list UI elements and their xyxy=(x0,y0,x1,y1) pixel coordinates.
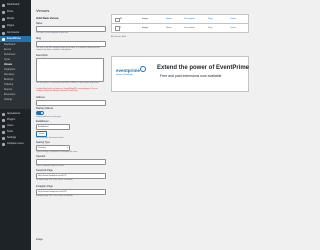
slug-description: The 'slug' is the URL-friendly version o… xyxy=(36,47,100,52)
col-count[interactable]: Count xyxy=(230,18,236,20)
collapse-icon xyxy=(2,142,5,146)
established-description: Date from when the venue existed. xyxy=(36,137,64,139)
row-image: Image xyxy=(142,26,149,29)
submenu-attendees[interactable]: Attendees xyxy=(4,74,14,76)
row-description[interactable]: Description xyxy=(184,27,195,29)
submenu-ticketing[interactable]: Ticketing xyxy=(4,84,13,86)
facebook-description: Facebook page URL of the Venue, if avail… xyxy=(36,179,73,181)
display-address-label: Display Address xyxy=(36,107,54,110)
submenu-extensions[interactable]: Extensions xyxy=(4,94,15,96)
col-image: Image xyxy=(142,18,149,20)
select-all-checkbox[interactable] xyxy=(115,17,120,22)
instagram-description: Instagram page URL of the Venue, if avai… xyxy=(36,195,74,197)
facebook-label: Facebook Page xyxy=(36,169,53,172)
sidebar-item-pages[interactable]: Pages xyxy=(0,23,31,29)
operator-label: Operator xyxy=(36,155,46,158)
page-icon xyxy=(2,24,5,28)
sidebar-item-media[interactable]: Media xyxy=(0,16,31,22)
col-name[interactable]: Name xyxy=(166,18,172,20)
slug-label: Slug xyxy=(36,37,41,40)
operator-description: Venue coordinator name or contact. xyxy=(36,165,65,167)
description-help: The description is not prominent by defa… xyxy=(36,82,100,84)
description-textarea[interactable] xyxy=(36,58,104,82)
col-slug[interactable]: Slug xyxy=(208,18,212,20)
eventprime-logo-mark-icon xyxy=(140,66,146,72)
eventprime-logo-sub: Events & Bookings xyxy=(116,74,133,76)
plugin-icon xyxy=(2,118,5,122)
submenu-performers[interactable]: Performers xyxy=(4,54,15,56)
pin-icon xyxy=(2,10,5,14)
row-slug[interactable]: Slug xyxy=(208,27,212,29)
submenu-bookings[interactable]: Bookings xyxy=(4,79,13,81)
page-title: Venues xyxy=(36,8,50,13)
col-id[interactable]: ID xyxy=(120,18,122,20)
seating-type-label: Seating Type xyxy=(36,141,50,144)
form-heading: Add New Venue xyxy=(36,16,59,20)
brush-icon xyxy=(2,112,5,116)
seating-type-value: Standing xyxy=(38,147,46,149)
venues-table: ID Image Name Description Slug Count 1 I… xyxy=(111,14,249,33)
display-address-toggle[interactable] xyxy=(36,111,44,115)
toggle-knob xyxy=(40,111,44,115)
submenu-organizers[interactable]: Organizers xyxy=(4,69,15,71)
row-checkbox[interactable] xyxy=(115,26,120,31)
banner-subline: Free and paid extensions now available xyxy=(160,74,222,78)
address-label: Address xyxy=(36,96,45,99)
chevron-down-icon: ▾ xyxy=(66,147,68,149)
collapse-menu-button[interactable]: Collapse menu xyxy=(0,141,31,147)
row-count[interactable]: Count xyxy=(230,27,236,29)
instagram-label: Instagram Page xyxy=(36,185,53,188)
dashboard-icon xyxy=(2,3,5,7)
name-description: The name is how it appears on your site. xyxy=(36,32,69,34)
established-input[interactable]: Established xyxy=(36,124,70,130)
seating-type-description: Type of seating arrangement for attendin… xyxy=(36,151,78,153)
submenu-reports[interactable]: Reports xyxy=(4,89,12,91)
wrench-icon xyxy=(2,130,5,134)
eventprime-extensions-banner[interactable]: eventprime Events & Bookings Extend the … xyxy=(111,56,249,92)
google-maps-warning: Location Map field is not active as Goog… xyxy=(36,88,98,93)
submenu-types[interactable]: Types xyxy=(4,59,10,61)
banner-headline: Extend the power of EventPrime xyxy=(157,65,250,71)
table-footer-label: All Venues Bulk xyxy=(111,36,127,38)
row-id: 1 xyxy=(120,26,122,29)
eventprime-logo: eventprime xyxy=(116,68,141,73)
main-content: Venues Add New Venue Name The name is ho… xyxy=(31,0,250,250)
description-label: Description xyxy=(36,54,48,57)
media-icon xyxy=(2,17,5,21)
col-description[interactable]: Description xyxy=(184,18,195,20)
sidebar-item-posts[interactable]: Posts xyxy=(0,9,31,15)
sidebar-item-dashboard[interactable]: Dashboard xyxy=(0,2,31,8)
row-name[interactable]: Name xyxy=(166,27,172,29)
address-input[interactable] xyxy=(36,100,106,106)
established-label: Established xyxy=(36,120,49,123)
submenu-venues[interactable]: Venues xyxy=(4,64,12,66)
table-header: ID Image Name Description Slug Count xyxy=(112,15,248,24)
settings-icon xyxy=(2,136,5,140)
name-label: Name xyxy=(36,22,43,25)
submenu-settings[interactable]: Settings xyxy=(4,99,12,101)
user-icon xyxy=(2,124,5,128)
image-label: Image xyxy=(36,238,43,241)
submenu-events[interactable]: Events xyxy=(4,49,11,51)
submenu-dashboard[interactable]: Dashboard xyxy=(4,44,15,46)
comment-icon xyxy=(2,31,5,35)
admin-sidebar: Dashboard Posts Media Pages Comments Eve… xyxy=(0,0,31,250)
display-address-description: Display address on event page xyxy=(36,116,61,118)
calendar-icon xyxy=(2,37,5,41)
